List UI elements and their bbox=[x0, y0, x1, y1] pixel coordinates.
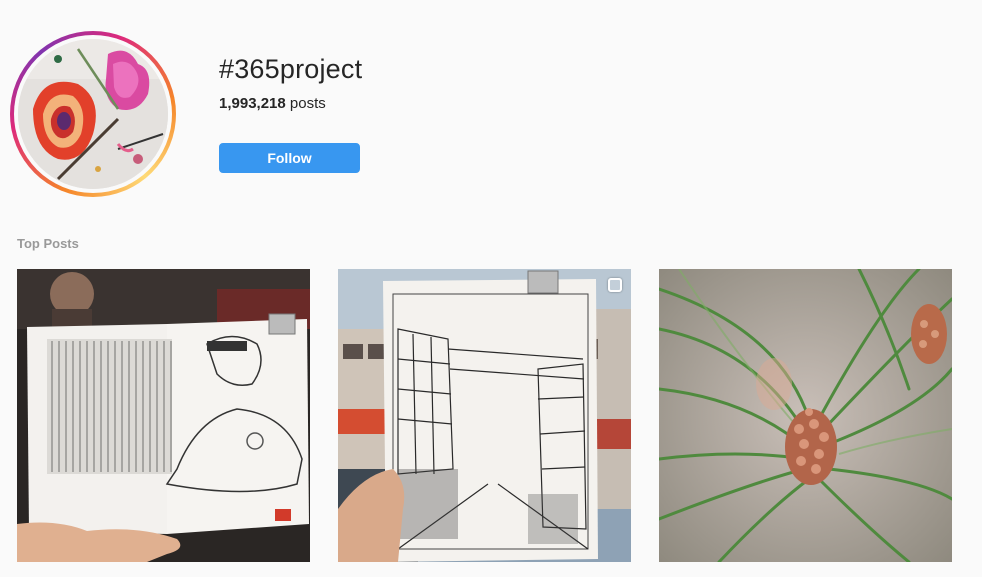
profile-ring-gap bbox=[14, 35, 172, 193]
top-post-1[interactable] bbox=[17, 269, 310, 562]
post-count-number: 1,993,218 bbox=[219, 95, 286, 112]
post-count-label: posts bbox=[289, 95, 326, 112]
top-post-2[interactable] bbox=[338, 269, 631, 562]
follow-button[interactable]: Follow bbox=[219, 143, 360, 173]
hashtag-title: #365project bbox=[219, 54, 363, 84]
hashtag-profile-image bbox=[18, 39, 168, 189]
post-count: 1,993,218 posts bbox=[219, 95, 326, 112]
top-post-3-image bbox=[659, 269, 952, 562]
top-posts-heading: Top Posts bbox=[17, 236, 79, 251]
top-post-2-image bbox=[338, 269, 631, 562]
top-post-3[interactable] bbox=[659, 269, 952, 562]
top-post-1-image bbox=[17, 269, 310, 562]
hashtag-profile-ring bbox=[10, 31, 176, 197]
multiple-images-icon bbox=[608, 278, 622, 292]
